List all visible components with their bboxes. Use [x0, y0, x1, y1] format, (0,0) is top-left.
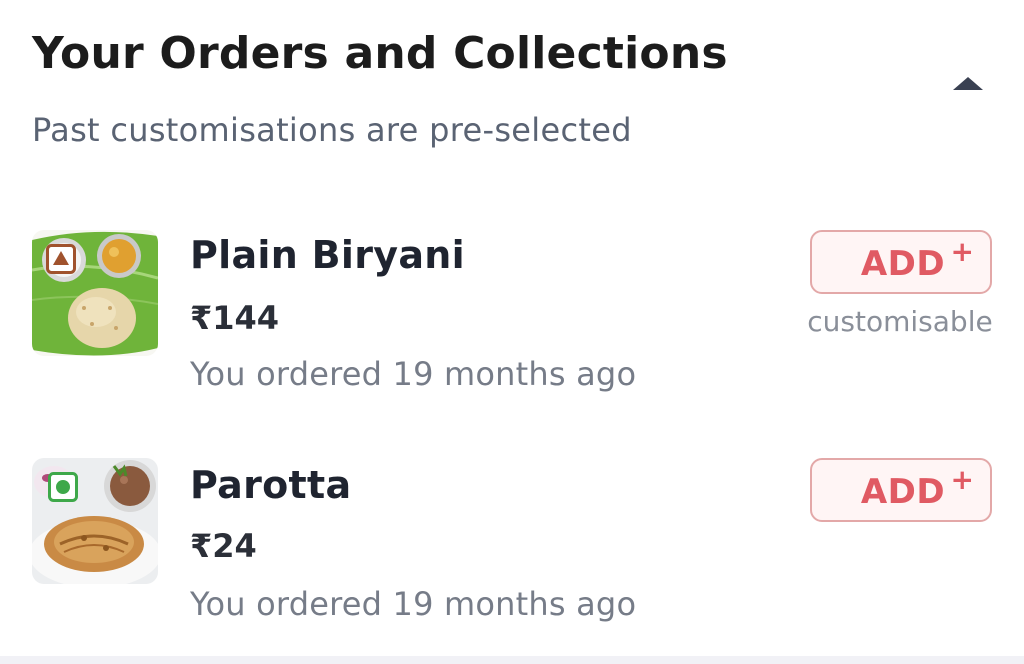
- chevron-up-icon: [953, 77, 983, 90]
- item-order-history: You ordered 19 months ago: [190, 585, 637, 623]
- section-subtitle: Past customisations are pre-selected: [32, 111, 632, 149]
- add-button[interactable]: ADD +: [810, 230, 992, 294]
- customisable-label: customisable: [807, 305, 993, 338]
- item-price: ₹24: [190, 527, 257, 565]
- list-item: Plain Biryani ₹144 You ordered 19 months…: [0, 200, 1024, 400]
- item-order-history: You ordered 19 months ago: [190, 355, 637, 393]
- veg-marker-icon: [48, 472, 78, 502]
- item-price: ₹144: [190, 299, 280, 337]
- add-button[interactable]: ADD +: [810, 458, 992, 522]
- collapse-button[interactable]: [946, 66, 990, 102]
- item-name: Plain Biryani: [190, 233, 465, 277]
- section-divider: [0, 656, 1024, 664]
- plus-icon: +: [950, 463, 974, 496]
- item-image[interactable]: [32, 230, 158, 356]
- orders-collections-section: Your Orders and Collections Past customi…: [0, 0, 1024, 656]
- list-item: Parotta ₹24 You ordered 19 months ago AD…: [0, 430, 1024, 630]
- item-name: Parotta: [190, 463, 352, 507]
- item-image[interactable]: [32, 458, 158, 584]
- plus-icon: +: [950, 235, 974, 268]
- section-title: Your Orders and Collections: [32, 28, 728, 79]
- non-veg-marker-icon: [46, 244, 76, 274]
